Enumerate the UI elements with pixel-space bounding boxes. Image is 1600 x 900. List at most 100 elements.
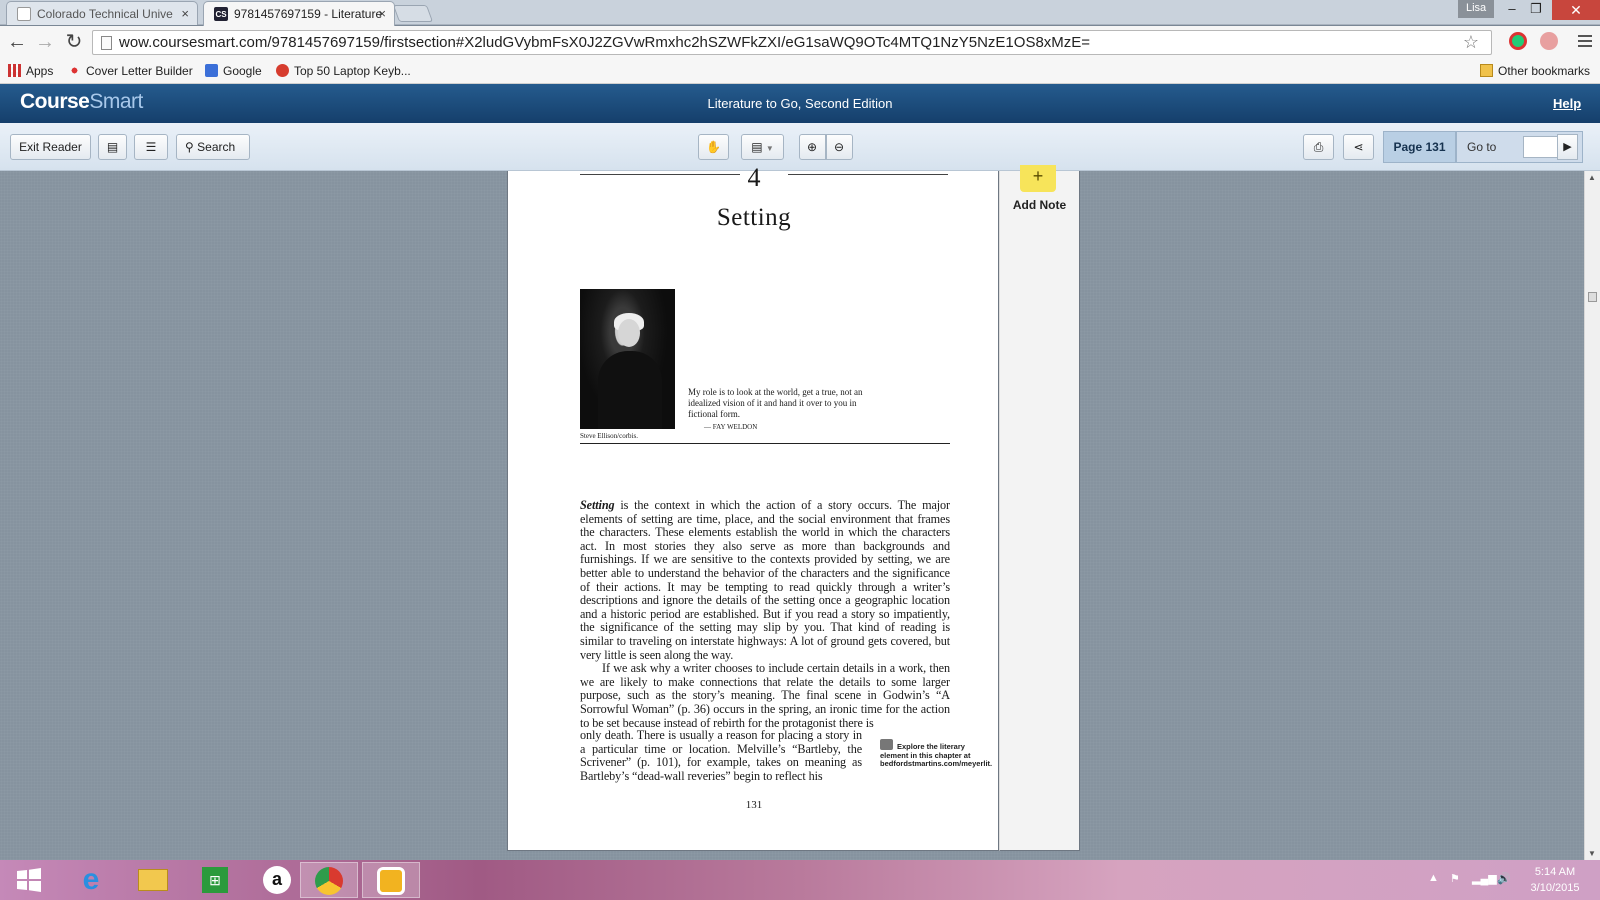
epigraph: My role is to look at the world, get a t… xyxy=(688,387,863,419)
bookmark-top-50-laptop[interactable]: Top 50 Laptop Keyb... xyxy=(276,64,411,78)
file-explorer-taskbar-button[interactable] xyxy=(124,862,182,898)
bookmark-label: Apps xyxy=(26,64,54,78)
windows-taskbar: e ⊞ a ▲ ⚑ ▂▄▆ 🔊 5:14 AM 3/10/2015 xyxy=(0,860,1600,900)
store-taskbar-button[interactable]: ⊞ xyxy=(186,862,244,898)
tab-colorado-technical[interactable]: Colorado Technical Unive × xyxy=(6,1,198,25)
plus-icon: + xyxy=(1032,166,1044,186)
add-note-label[interactable]: Add Note xyxy=(1000,198,1079,212)
chapter-number: 4 xyxy=(747,163,761,192)
zoom-out-icon[interactable]: ⊖ xyxy=(825,134,853,160)
photo-face xyxy=(618,319,640,347)
play-arrow-icon: ▶ xyxy=(1563,141,1572,153)
bookmark-cover-letter-builder[interactable]: Cover Letter Builder xyxy=(68,64,193,78)
restore-icon[interactable]: ❐ xyxy=(1524,1,1548,17)
page-number: 131 xyxy=(745,799,763,811)
minimize-icon[interactable]: – xyxy=(1500,1,1524,16)
browser-window: Colorado Technical Unive × CS 9781457697… xyxy=(0,0,1600,860)
other-bookmarks[interactable]: Other bookmarks xyxy=(1480,64,1590,78)
bookmark-google[interactable]: Google xyxy=(205,64,262,78)
extension-shield-icon[interactable] xyxy=(1509,32,1527,50)
close-tab-icon[interactable]: × xyxy=(181,6,189,21)
printer-icon: ⎙ xyxy=(1313,140,1324,154)
internet-explorer-taskbar-button[interactable]: e xyxy=(62,862,120,898)
chrome-icon xyxy=(315,867,343,895)
clock-date: 3/10/2015 xyxy=(1530,882,1580,894)
chapter-rule-right xyxy=(788,174,948,175)
folder-icon xyxy=(138,869,168,891)
tab-coursesmart[interactable]: CS 9781457697159 - Literature × xyxy=(203,1,395,26)
hand-icon: ✋ xyxy=(706,140,721,154)
scrollbar-thumb[interactable] xyxy=(1588,292,1597,302)
top50-icon xyxy=(276,64,289,77)
scroll-up-icon[interactable]: ▲ xyxy=(1588,173,1596,182)
photo-credit: Steve Ellison/corbis. xyxy=(580,432,638,440)
clock-time: 5:14 AM xyxy=(1534,866,1576,878)
amazon-taskbar-button[interactable]: a xyxy=(248,862,306,898)
chevron-down-icon: ▼ xyxy=(765,144,774,153)
coursesmart-header: CourseSmart Literature to Go, Second Edi… xyxy=(0,84,1600,123)
epigraph-author: — FAY WELDON xyxy=(704,423,758,431)
app-icon xyxy=(377,867,405,895)
close-tab-icon[interactable]: × xyxy=(378,6,386,21)
extension-brain-icon[interactable] xyxy=(1540,32,1558,50)
bookmark-label: Cover Letter Builder xyxy=(86,64,193,78)
bookmark-apps[interactable]: Apps xyxy=(8,64,53,78)
bookmark-label: Google xyxy=(223,64,262,78)
tab-title: 9781457697159 - Literature xyxy=(234,7,383,21)
back-arrow-icon[interactable]: ← xyxy=(5,31,29,53)
help-link[interactable]: Help xyxy=(1553,96,1581,111)
bookmark-star-icon[interactable]: ☆ xyxy=(1463,32,1479,53)
table-of-contents-button[interactable]: ☰ xyxy=(134,134,168,160)
pan-tool-button[interactable]: ✋ xyxy=(698,134,729,160)
home-icon xyxy=(880,739,893,750)
print-button[interactable]: ⎙ xyxy=(1303,134,1334,160)
tab-strip: Colorado Technical Unive × CS 9781457697… xyxy=(0,0,1600,26)
apps-grid-icon xyxy=(8,64,21,77)
browser-toolbar: ← → ↻ wow.coursesmart.com/9781457697159/… xyxy=(0,26,1600,59)
address-bar[interactable]: wow.coursesmart.com/9781457697159/firsts… xyxy=(92,30,1492,55)
forward-arrow-icon[interactable]: → xyxy=(33,31,57,53)
scroll-down-icon[interactable]: ▼ xyxy=(1588,849,1596,858)
action-center-flag-icon[interactable]: ⚑ xyxy=(1450,872,1460,885)
body-paragraphs: Setting is the context in which the acti… xyxy=(580,498,950,730)
store-bag-icon: ⊞ xyxy=(202,867,228,893)
chrome-taskbar-button[interactable] xyxy=(300,862,358,898)
google-icon xyxy=(205,64,218,77)
zoom-in-icon[interactable]: ⊕ xyxy=(798,134,826,160)
bookmarks-bar: Apps Cover Letter Builder Google Top 50 … xyxy=(0,59,1600,84)
close-window-icon[interactable]: ✕ xyxy=(1552,0,1600,20)
share-button[interactable]: ⋖ xyxy=(1343,134,1374,160)
exit-reader-button[interactable]: Exit Reader xyxy=(10,134,91,160)
coursesmart-favicon-icon: CS xyxy=(214,7,228,21)
url-text: wow.coursesmart.com/9781457697159/firsts… xyxy=(119,34,1091,51)
view-mode-dropdown[interactable]: ▤ ▼ xyxy=(741,134,784,160)
zoom-controls: ⊕ ⊖ xyxy=(796,134,855,160)
page-icon xyxy=(17,7,31,21)
vertical-scrollbar[interactable]: ▲ ▼ xyxy=(1584,171,1600,860)
new-tab-button[interactable] xyxy=(392,5,434,22)
search-label: Search xyxy=(197,140,236,154)
goto-label: Go to xyxy=(1467,140,1497,154)
tab-title: Colorado Technical Unive xyxy=(37,7,173,21)
add-note-button[interactable]: + xyxy=(1020,165,1056,192)
user-profile-badge[interactable]: Lisa xyxy=(1458,0,1495,18)
start-button[interactable] xyxy=(0,862,58,898)
app-taskbar-button[interactable] xyxy=(362,862,420,898)
chapter-title: Setting xyxy=(716,204,792,231)
chrome-menu-icon[interactable] xyxy=(1578,32,1592,50)
page-view-button[interactable]: ▤ xyxy=(98,134,127,160)
margin-note[interactable]: Explore the literary element in this cha… xyxy=(880,739,992,769)
show-hidden-icons[interactable]: ▲ xyxy=(1428,872,1439,884)
reload-icon[interactable]: ↻ xyxy=(62,31,86,53)
system-clock[interactable]: 5:14 AM 3/10/2015 xyxy=(1520,864,1590,896)
section-divider xyxy=(580,443,950,444)
goto-page-button[interactable]: ▶ xyxy=(1557,134,1578,160)
volume-icon[interactable]: 🔊 xyxy=(1497,872,1511,885)
paragraph-text: is the context in which the action of a … xyxy=(580,498,950,662)
document-icon: ▤ xyxy=(751,140,763,154)
search-button[interactable]: ⚲ Search xyxy=(176,134,250,160)
network-signal-icon[interactable]: ▂▄▆ xyxy=(1472,872,1497,885)
current-page-indicator: Page 131 xyxy=(1383,131,1456,163)
notes-sidebar: + Add Note xyxy=(999,165,1080,851)
internet-explorer-icon: e xyxy=(82,863,100,896)
